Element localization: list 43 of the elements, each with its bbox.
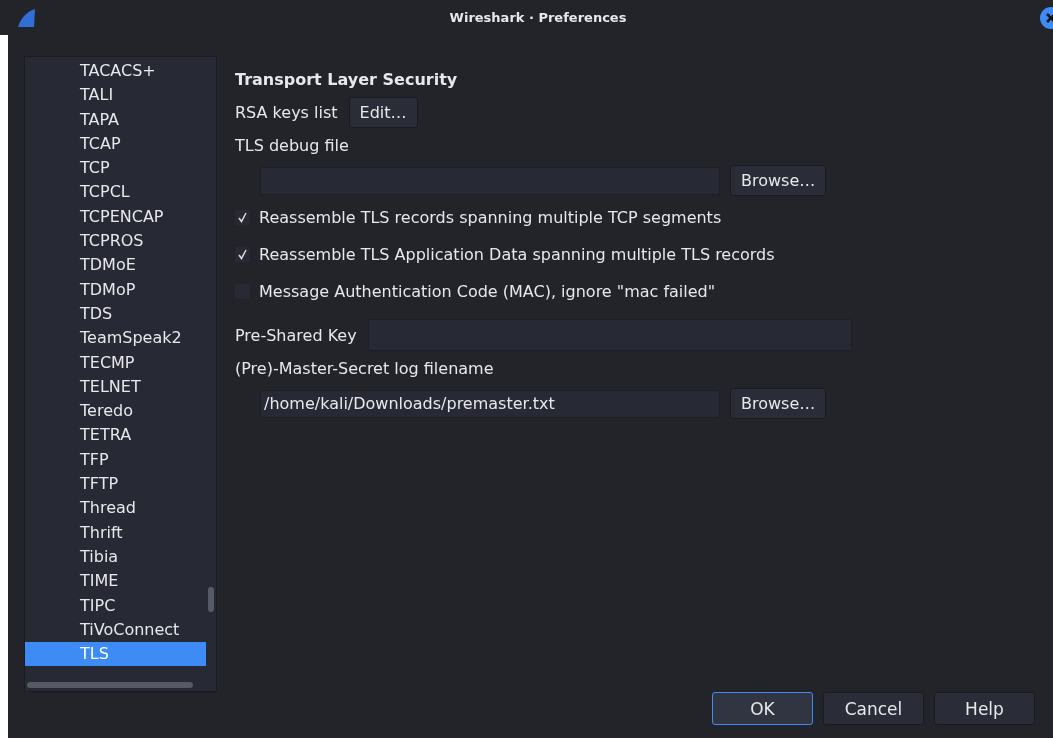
protocol-item[interactable]: TCPROS [25, 229, 206, 254]
field-label: RSA keys list [235, 103, 338, 122]
protocol-item[interactable]: TFTP [25, 472, 206, 497]
protocol-item[interactable]: TAPA [25, 107, 206, 132]
checkbox[interactable] [235, 210, 250, 225]
protocol-item[interactable]: TFP [25, 447, 206, 473]
protocol-item[interactable]: Thread [25, 496, 206, 521]
protocol-item[interactable]: TDMoP [25, 277, 206, 302]
dialog-button[interactable]: Help [934, 692, 1035, 725]
field-label: (Pre)-Master-Secret log filename [235, 359, 495, 378]
protocol-item[interactable]: TECMP [25, 350, 206, 375]
protocol-item[interactable]: Teredo [25, 399, 206, 424]
protocol-item[interactable]: TCPENCAP [25, 204, 206, 230]
checkbox-label[interactable]: Message Authentication Code (MAC), ignore "mac failed" [259, 282, 716, 301]
protocol-item[interactable]: TETRA [25, 423, 206, 448]
protocol-item[interactable]: Thrift [25, 520, 206, 545]
fin-icon [16, 7, 36, 28]
protocol-item[interactable]: TDS [25, 301, 206, 327]
protocol-item[interactable]: TIME [25, 569, 206, 594]
window-title: Wireshark · Preferences [449, 10, 627, 25]
protocol-item[interactable]: TCPCL [25, 180, 206, 205]
protocol-item[interactable]: TACACS+ [25, 59, 206, 84]
input-field[interactable]: /home/kali/Downloads/premaster.txt [260, 389, 720, 418]
dialog-button[interactable]: OK [712, 692, 813, 725]
checkbox-label[interactable]: Reassemble TLS records spanning multiple TCP segments [259, 208, 722, 227]
field-label: Pre-Shared Key [235, 325, 357, 345]
protocol-item[interactable]: TeamSpeak2 [25, 326, 206, 351]
protocol-item[interactable]: TALI [25, 83, 206, 108]
protocol-item[interactable]: TELNET [25, 374, 206, 400]
dialog-button[interactable]: Cancel [823, 692, 924, 725]
protocol-item[interactable]: TCAP [25, 131, 206, 157]
edit-button[interactable]: Edit… [348, 97, 418, 128]
browse-button[interactable]: Browse… [730, 165, 827, 196]
browse-button[interactable]: Browse… [730, 388, 827, 419]
checkbox[interactable] [235, 247, 250, 262]
checkbox-label[interactable]: Reassemble TLS Application Data spanning multiple TLS records [259, 245, 775, 264]
protocol-item[interactable]: TDMoE [25, 253, 206, 278]
protocol-item[interactable]: Tibia [25, 544, 206, 570]
field-label: TLS debug file [235, 136, 350, 155]
protocol-item[interactable]: TiVoConnect [25, 617, 206, 643]
protocol-item[interactable]: TCP [25, 156, 206, 181]
protocol-item[interactable]: TIPC [25, 593, 206, 618]
section-title: Transport Layer Security [235, 70, 459, 89]
